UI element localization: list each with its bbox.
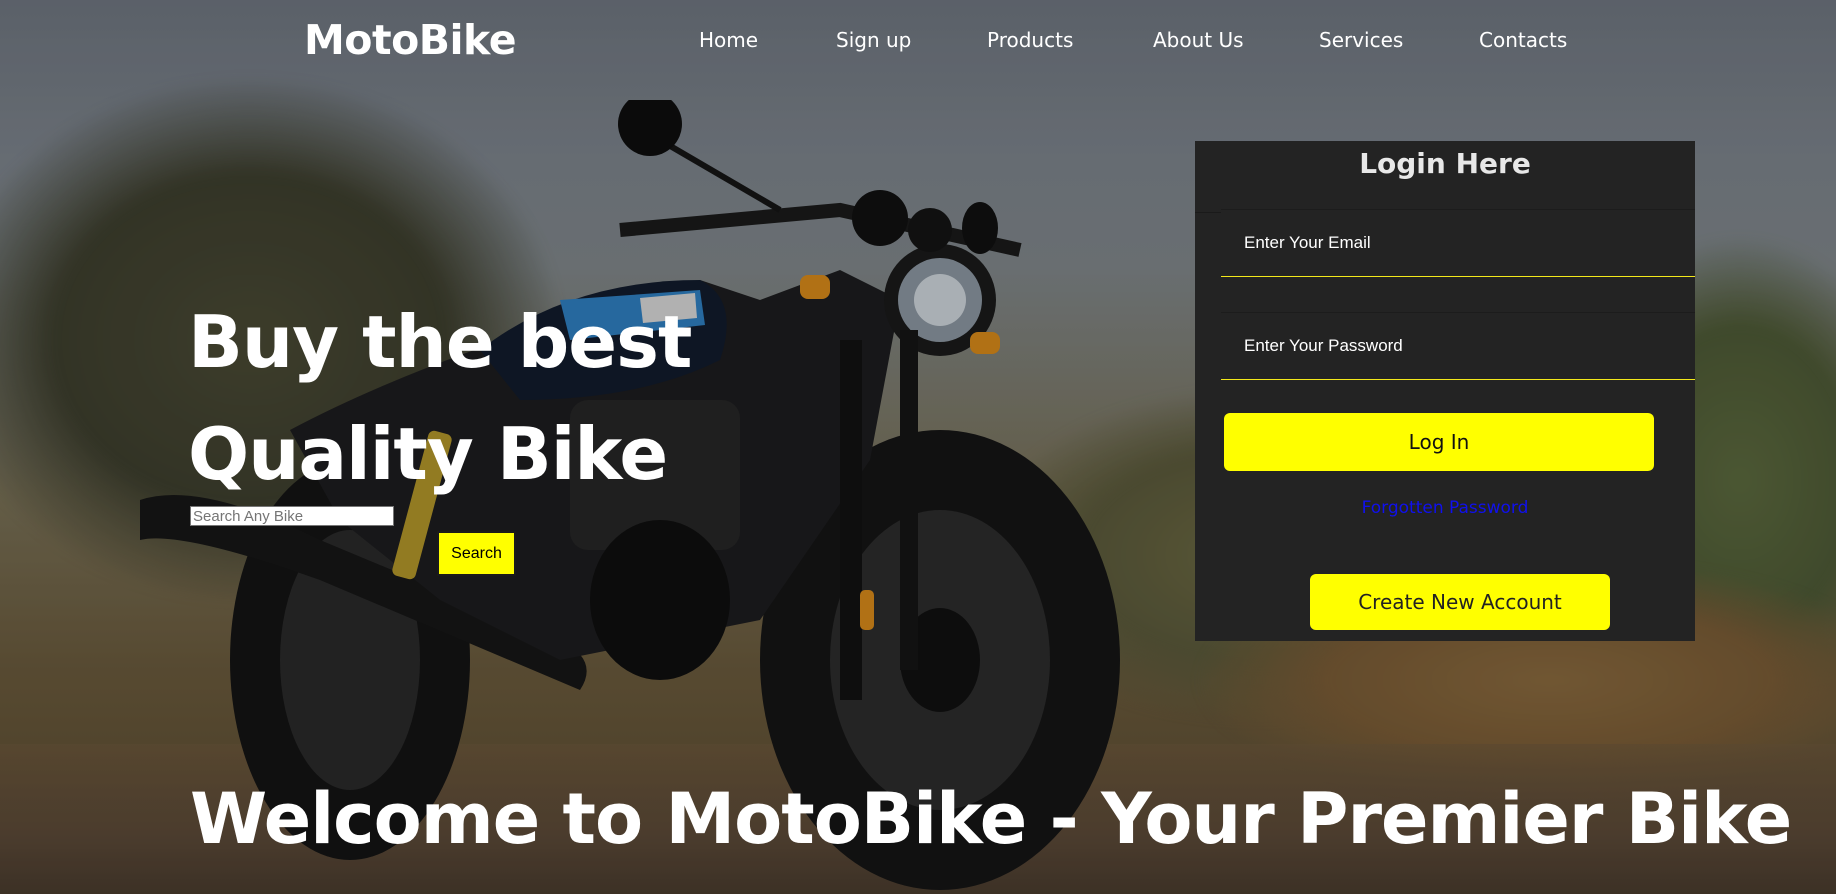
create-account-button[interactable]: Create New Account <box>1310 574 1610 630</box>
login-button[interactable]: Log In <box>1224 413 1654 471</box>
nav-sign-up[interactable]: Sign up <box>836 28 911 52</box>
nav-about-us[interactable]: About Us <box>1153 28 1244 52</box>
hero-title-line1: Buy the best <box>188 300 692 384</box>
forgotten-password-link[interactable]: Forgotten Password <box>1195 498 1695 518</box>
hero-title: Buy the best Quality Bike <box>188 286 748 510</box>
email-field[interactable] <box>1221 209 1695 277</box>
welcome-headline: Welcome to MotoBike - Your Premier Bike <box>190 778 1792 860</box>
password-field[interactable] <box>1221 312 1695 380</box>
main-navigation: Home Sign up Products About Us Services … <box>0 28 1836 58</box>
nav-home[interactable]: Home <box>699 28 758 52</box>
login-title: Login Here <box>1195 141 1695 213</box>
login-panel: Login Here Log In Forgotten Password Cre… <box>1195 141 1695 641</box>
search-button[interactable]: Search <box>437 531 516 576</box>
bike-search-input[interactable] <box>190 506 394 526</box>
nav-services[interactable]: Services <box>1319 28 1403 52</box>
nav-contacts[interactable]: Contacts <box>1479 28 1567 52</box>
nav-products[interactable]: Products <box>987 28 1073 52</box>
hero-title-line2: Quality Bike <box>188 412 668 496</box>
